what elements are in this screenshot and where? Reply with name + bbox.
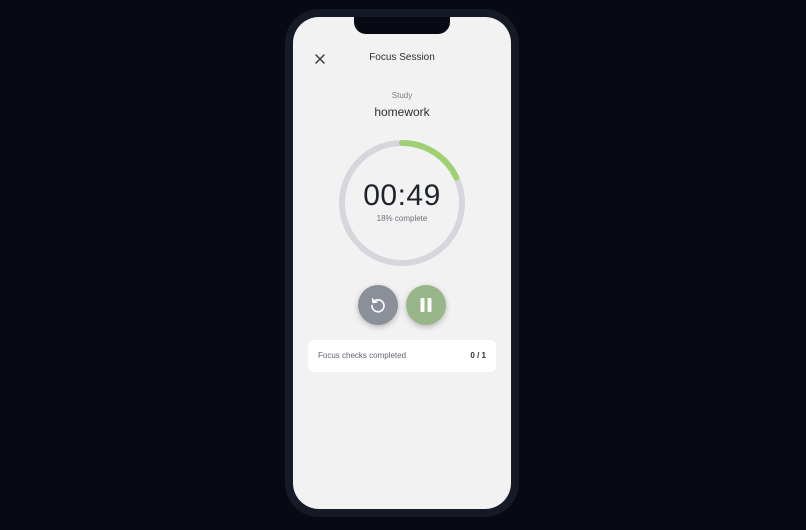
pause-button[interactable]	[406, 285, 446, 325]
task-name: homework	[374, 105, 430, 119]
focus-checks-label: Focus checks completed	[318, 351, 407, 360]
reset-button[interactable]	[358, 285, 398, 325]
session-category: Study	[391, 91, 413, 100]
focus-checks-card: Focus checks completed 0 / 1	[308, 340, 496, 372]
reset-icon	[371, 297, 385, 313]
app-screen: Focus Session Study homework 00:49 18% c…	[293, 17, 511, 509]
progress-text: 18% complete	[376, 214, 428, 223]
page-title: Focus Session	[369, 52, 435, 63]
focus-checks-value: 0 / 1	[470, 351, 486, 360]
pause-icon	[420, 298, 432, 312]
timer-display: 00:49	[363, 179, 441, 212]
notch	[354, 17, 450, 34]
